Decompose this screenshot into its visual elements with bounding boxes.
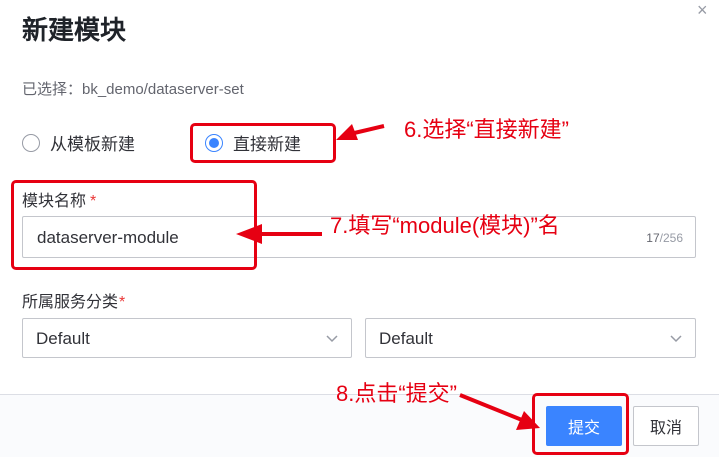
arrow-icon [236,124,540,430]
